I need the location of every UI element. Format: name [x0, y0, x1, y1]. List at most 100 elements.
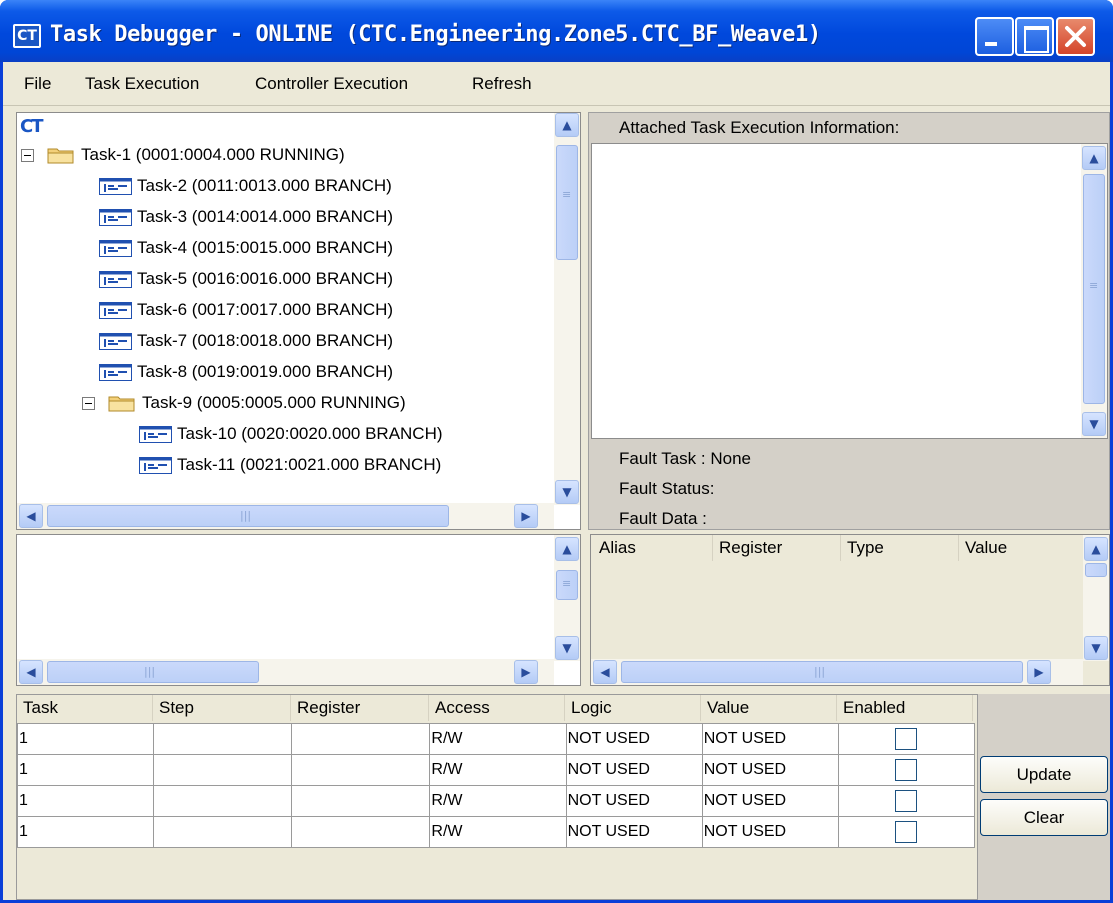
table-row[interactable]: 1 R/W NOT USED NOT USED: [16, 785, 976, 817]
alias-vertical-scrollbar[interactable]: ▲ ▼: [1083, 535, 1109, 661]
maximize-icon[interactable]: [1015, 17, 1054, 56]
tree-item[interactable]: Task-8 (0019:0019.000 BRANCH): [99, 357, 393, 387]
cell-value[interactable]: NOT USED: [701, 754, 839, 786]
cell-register[interactable]: [291, 785, 431, 817]
attached-info-textbox[interactable]: ▲ ≡ ▼: [591, 143, 1108, 439]
scroll-up-icon[interactable]: ▲: [1084, 537, 1108, 561]
tree-item-label: Task-8 (0019:0019.000 BRANCH): [137, 362, 394, 381]
tree-item[interactable]: Task-1 (0001:0004.000 RUNNING): [21, 140, 345, 170]
cell-value[interactable]: NOT USED: [701, 785, 839, 817]
update-button[interactable]: Update: [980, 756, 1108, 793]
register-column-header[interactable]: Register: [713, 535, 841, 561]
menu-controller-execution[interactable]: Controller Execution: [255, 74, 408, 94]
enabled-checkbox[interactable]: [895, 728, 918, 750]
scroll-up-icon[interactable]: ▲: [555, 537, 579, 561]
step-column-header[interactable]: Step: [153, 695, 291, 721]
alias-horizontal-scrollbar[interactable]: ◀ ||| ▶: [591, 659, 1083, 685]
alias-column-header[interactable]: Alias: [593, 535, 713, 561]
cell-logic[interactable]: NOT USED: [565, 723, 703, 755]
enabled-column-header[interactable]: Enabled: [837, 695, 973, 721]
menu-task-execution[interactable]: Task Execution: [85, 74, 199, 94]
cell-value[interactable]: NOT USED: [701, 723, 839, 755]
cell-task[interactable]: 1: [16, 754, 155, 786]
cell-task[interactable]: 1: [16, 723, 155, 755]
scroll-right-icon[interactable]: ▶: [1027, 660, 1051, 684]
clear-button[interactable]: Clear: [980, 799, 1108, 836]
tree-hscroll-thumb[interactable]: |||: [47, 505, 449, 527]
scroll-right-icon[interactable]: ▶: [514, 504, 538, 528]
tree-horizontal-scrollbar[interactable]: ◀ ||| ▶: [17, 503, 554, 529]
detail-horizontal-scrollbar[interactable]: ◀ ||| ▶: [17, 659, 554, 685]
minimize-icon[interactable]: [975, 17, 1014, 56]
type-column-header[interactable]: Type: [841, 535, 959, 561]
title-bar[interactable]: CT Task Debugger - ONLINE (CTC.Engineeri…: [0, 0, 1113, 62]
attached-vscroll-thumb[interactable]: ≡: [1083, 174, 1105, 404]
tree-item[interactable]: Task-9 (0005:0005.000 RUNNING): [82, 388, 406, 418]
cell-register[interactable]: [291, 754, 431, 786]
detail-hscroll-thumb[interactable]: |||: [47, 661, 259, 683]
table-row[interactable]: 1 R/W NOT USED NOT USED: [16, 816, 976, 848]
cell-step[interactable]: [153, 754, 293, 786]
enabled-checkbox[interactable]: [895, 790, 918, 812]
value-column-header[interactable]: Value: [959, 535, 1077, 561]
register-column-header[interactable]: Register: [291, 695, 429, 721]
tree-item[interactable]: Task-7 (0018:0018.000 BRANCH): [99, 326, 393, 356]
cell-step[interactable]: [153, 723, 293, 755]
table-row[interactable]: 1 R/W NOT USED NOT USED: [16, 754, 976, 786]
enabled-checkbox[interactable]: [895, 759, 918, 781]
tree-item[interactable]: Task-10 (0020:0020.000 BRANCH): [139, 419, 443, 449]
scroll-down-icon[interactable]: ▼: [555, 636, 579, 660]
attached-vertical-scrollbar[interactable]: ▲ ≡ ▼: [1081, 144, 1107, 438]
cell-access[interactable]: R/W: [429, 785, 567, 817]
scroll-up-icon[interactable]: ▲: [555, 113, 579, 137]
cell-step[interactable]: [153, 785, 293, 817]
expander-minus-icon[interactable]: [82, 396, 95, 410]
step-detail-panel[interactable]: ▲ ≡ ▼ ◀ ||| ▶: [16, 534, 581, 686]
detail-vertical-scrollbar[interactable]: ▲ ≡ ▼: [554, 535, 580, 661]
tree-item[interactable]: Task-11 (0021:0021.000 BRANCH): [139, 450, 441, 480]
tree-item[interactable]: Task-5 (0016:0016.000 BRANCH): [99, 264, 393, 294]
task-tree-panel[interactable]: CT Task-1 (0001:0004.000 RUNNING) Task-2 …: [16, 112, 581, 530]
logic-column-header[interactable]: Logic: [565, 695, 701, 721]
scroll-right-icon[interactable]: ▶: [514, 660, 538, 684]
task-icon: [139, 425, 172, 443]
value-column-header[interactable]: Value: [701, 695, 837, 721]
tree-item[interactable]: Task-6 (0017:0017.000 BRANCH): [99, 295, 393, 325]
tree-item[interactable]: Task-2 (0011:0013.000 BRANCH): [99, 171, 392, 201]
detail-vscroll-thumb[interactable]: ≡: [556, 570, 578, 600]
task-column-header[interactable]: Task: [17, 695, 153, 721]
scroll-left-icon[interactable]: ◀: [593, 660, 617, 684]
cell-access[interactable]: R/W: [429, 816, 567, 848]
cell-logic[interactable]: NOT USED: [565, 754, 703, 786]
cell-logic[interactable]: NOT USED: [565, 816, 703, 848]
expander-minus-icon[interactable]: [21, 148, 34, 162]
alias-register-table[interactable]: Alias Register Type Value ▲ ▼ ◀ ||| ▶: [590, 534, 1110, 686]
scroll-left-icon[interactable]: ◀: [19, 504, 43, 528]
access-column-header[interactable]: Access: [429, 695, 565, 721]
close-icon[interactable]: [1056, 17, 1095, 56]
scroll-up-icon[interactable]: ▲: [1082, 146, 1106, 170]
tree-vscroll-thumb[interactable]: ≡: [556, 145, 578, 260]
menu-file[interactable]: File: [24, 74, 51, 94]
table-row[interactable]: 1 R/W NOT USED NOT USED: [16, 723, 976, 755]
tree-item[interactable]: Task-3 (0014:0014.000 BRANCH): [99, 202, 393, 232]
menu-refresh[interactable]: Refresh: [472, 74, 532, 94]
cell-register[interactable]: [291, 816, 431, 848]
scroll-left-icon[interactable]: ◀: [19, 660, 43, 684]
tree-item[interactable]: Task-4 (0015:0015.000 BRANCH): [99, 233, 393, 263]
cell-register[interactable]: [291, 723, 431, 755]
cell-step[interactable]: [153, 816, 293, 848]
cell-access[interactable]: R/W: [429, 723, 567, 755]
scroll-down-icon[interactable]: ▼: [1084, 636, 1108, 660]
cell-value[interactable]: NOT USED: [701, 816, 839, 848]
cell-task[interactable]: 1: [16, 785, 155, 817]
tree-vertical-scrollbar[interactable]: ▲ ≡ ▼: [554, 113, 580, 505]
cell-task[interactable]: 1: [16, 816, 155, 848]
cell-logic[interactable]: NOT USED: [565, 785, 703, 817]
enabled-checkbox[interactable]: [895, 821, 918, 843]
scroll-down-icon[interactable]: ▼: [555, 480, 579, 504]
cell-access[interactable]: R/W: [429, 754, 567, 786]
alias-vscroll-thumb[interactable]: [1085, 563, 1107, 577]
alias-hscroll-thumb[interactable]: |||: [621, 661, 1023, 683]
scroll-down-icon[interactable]: ▼: [1082, 412, 1106, 436]
